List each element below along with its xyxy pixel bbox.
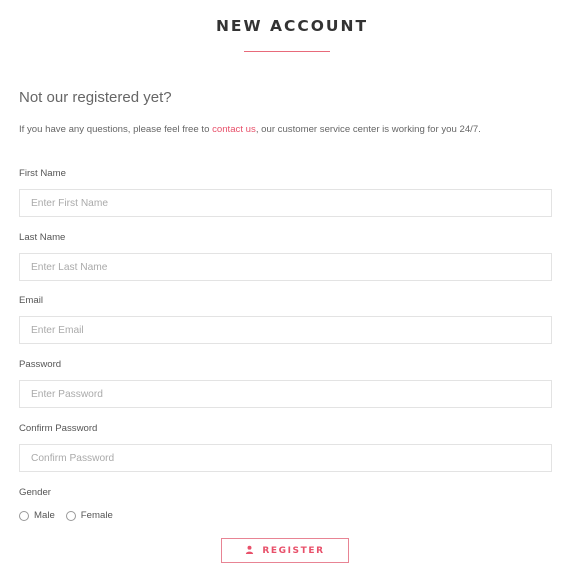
register-button-label: REGISTER (262, 545, 325, 556)
info-text: If you have any questions, please feel f… (19, 122, 559, 138)
contact-us-link[interactable]: contact us (212, 124, 256, 135)
first-name-label: First Name (19, 168, 66, 179)
email-input[interactable] (19, 316, 552, 344)
gender-options: Male Female (19, 510, 124, 521)
confirm-password-input[interactable] (19, 444, 552, 472)
gender-male-label[interactable]: Male (34, 510, 55, 521)
gender-female-radio[interactable] (65, 510, 76, 521)
gender-label: Gender (19, 487, 51, 498)
info-prefix: If you have any questions, please feel f… (19, 124, 213, 135)
register-page: NEW ACCOUNT Not our registered yet? If y… (0, 0, 584, 576)
user-icon (245, 545, 254, 557)
email-label: Email (19, 295, 43, 306)
first-name-input[interactable] (19, 189, 552, 217)
info-suffix: , our customer service center is working… (255, 124, 481, 135)
gender-male-radio[interactable] (19, 510, 29, 521)
last-name-input[interactable] (19, 253, 552, 281)
confirm-password-label: Confirm Password (19, 423, 98, 434)
last-name-label: Last Name (19, 232, 66, 243)
password-label: Password (19, 359, 62, 370)
title-underline (244, 51, 330, 52)
register-button[interactable]: REGISTER (221, 538, 349, 563)
gender-female-label[interactable]: Female (81, 510, 113, 521)
form-subtitle: Not our registered yet? (19, 89, 172, 106)
page-title: NEW ACCOUNT (215, 17, 369, 35)
password-input[interactable] (19, 380, 552, 408)
